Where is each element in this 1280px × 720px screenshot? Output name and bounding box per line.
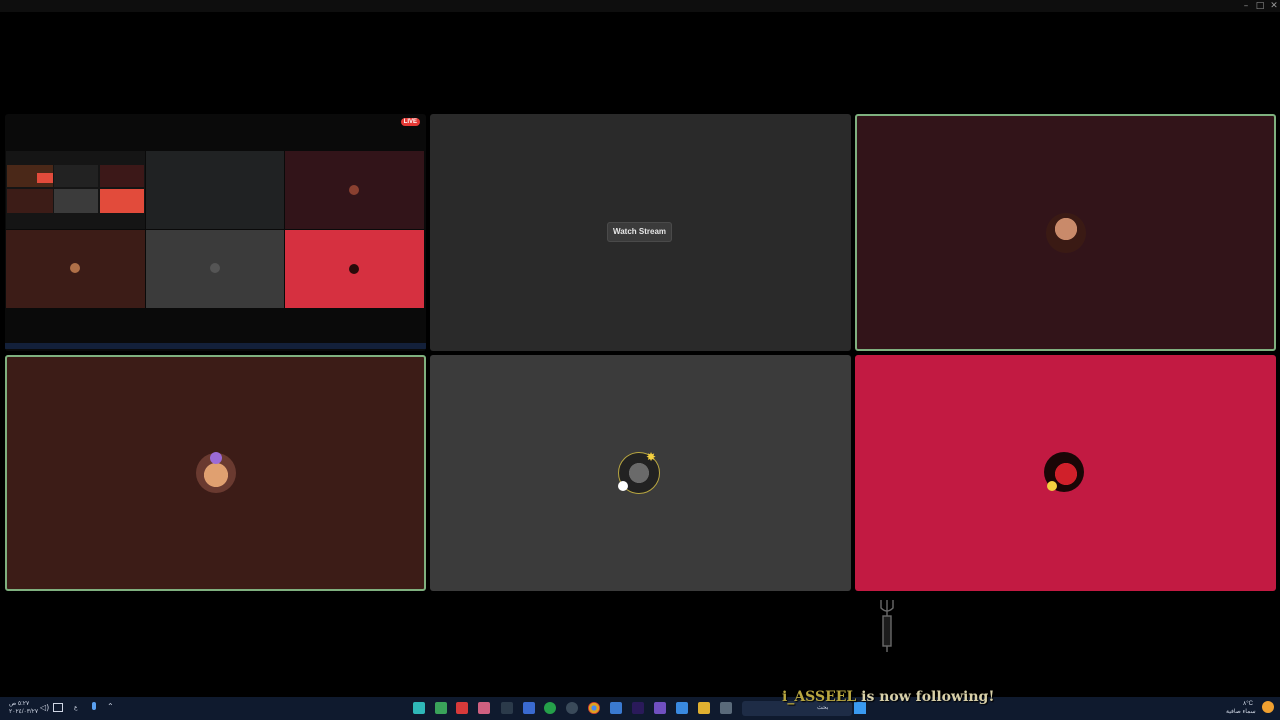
- avatar: [349, 264, 359, 274]
- nested-tile: [285, 230, 424, 308]
- settings-icon[interactable]: [566, 702, 578, 714]
- clock-date[interactable]: ٢٠٢٤/٠٣/٢٧: [9, 709, 38, 716]
- weather-icon[interactable]: [1262, 701, 1274, 713]
- avatar: [349, 185, 359, 195]
- app-icon[interactable]: [523, 702, 535, 714]
- nested-tile: [6, 151, 145, 229]
- nested-tile: [146, 230, 284, 308]
- nested-tile: [146, 151, 284, 229]
- chrome-icon[interactable]: [588, 702, 600, 714]
- app-icon[interactable]: [610, 702, 622, 714]
- follow-message: is now following!: [861, 689, 995, 705]
- avatar: [210, 263, 220, 273]
- network-icon[interactable]: [53, 703, 63, 712]
- follow-username: i_ASSEEL: [782, 689, 857, 705]
- participant-tile[interactable]: [855, 114, 1276, 351]
- sparkle-icon: ✸: [646, 450, 657, 464]
- app-icon[interactable]: [720, 702, 732, 714]
- participant-tile[interactable]: [5, 355, 426, 591]
- app-icon[interactable]: [456, 702, 468, 714]
- flower-icon: [210, 452, 222, 464]
- premiere-icon[interactable]: [632, 702, 644, 714]
- live-badge: LIVE: [400, 118, 420, 126]
- whatsapp-icon[interactable]: [544, 702, 556, 714]
- chevron-up-icon[interactable]: ⌃: [107, 702, 114, 711]
- avatar: [1046, 213, 1086, 253]
- watch-stream-button[interactable]: Watch Stream: [607, 222, 672, 242]
- follow-alert: i_ASSEEL is now following!: [782, 689, 995, 705]
- folder-icon[interactable]: [698, 702, 710, 714]
- trident-icon: [880, 600, 894, 652]
- app-icon[interactable]: [501, 702, 513, 714]
- window-titlebar: [0, 0, 1280, 12]
- app-icon[interactable]: [435, 702, 447, 714]
- app-icon[interactable]: [676, 702, 688, 714]
- close-button[interactable]: ✕: [1266, 0, 1280, 12]
- duck-icon: [1047, 481, 1057, 491]
- weather-desc[interactable]: سماء صافية: [1226, 709, 1256, 716]
- language-indicator[interactable]: ع: [74, 705, 78, 712]
- search-placeholder: بحث: [817, 705, 829, 711]
- stream-tile[interactable]: LIVE: [5, 114, 426, 351]
- badge-icon: [618, 481, 628, 491]
- app-icon[interactable]: [478, 702, 490, 714]
- avatar: [70, 263, 80, 273]
- nested-taskbar: [5, 343, 426, 349]
- app-icon[interactable]: [413, 702, 425, 714]
- app-icon[interactable]: [654, 702, 666, 714]
- speaker-icon[interactable]: ◁): [40, 703, 49, 712]
- participant-tile[interactable]: [855, 355, 1276, 591]
- microphone-icon[interactable]: [92, 702, 96, 710]
- nested-tile: [6, 230, 145, 308]
- weather-temp[interactable]: ٨°C: [1243, 701, 1253, 708]
- clock-time[interactable]: ٥:٢٧ ص: [9, 701, 29, 708]
- nested-tile: [285, 151, 424, 229]
- participant-tile[interactable]: ✸: [430, 355, 851, 591]
